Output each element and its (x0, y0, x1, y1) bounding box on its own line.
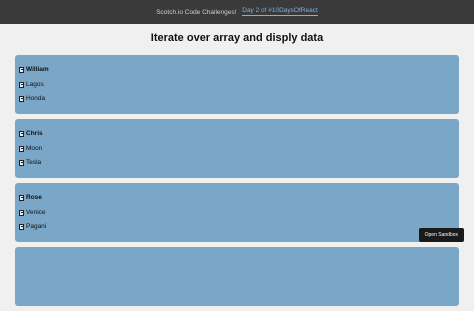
person-name: Rose (26, 194, 42, 201)
person-card: William Lagos Honda (15, 55, 459, 114)
person-item: Venice (19, 209, 455, 216)
placeholder-glyph-icon (19, 145, 24, 152)
placeholder-glyph-icon (19, 194, 24, 201)
placeholder-glyph-icon (19, 223, 24, 230)
placeholder-glyph-icon (19, 81, 24, 88)
person-name-row: Chris (19, 130, 455, 137)
person-card-partial (15, 247, 459, 306)
placeholder-glyph-icon (19, 130, 24, 137)
placeholder-glyph-icon (19, 66, 24, 73)
banner-text: Scotch.io Code Challenges! (156, 8, 237, 16)
person-name-row: Rose (19, 194, 455, 201)
person-name: Chris (26, 130, 43, 137)
person-card: Chris Moon Tesla (15, 119, 459, 178)
person-item: Lagos (19, 81, 455, 88)
banner-sep (238, 9, 240, 16)
people-list: William Lagos Honda Chris Moon Tesla Ros… (15, 55, 459, 311)
person-item-text: Venice (26, 209, 46, 216)
person-item: Pagani (19, 223, 455, 230)
person-item: Honda (19, 95, 455, 102)
page-title: Iterate over array and disply data (150, 32, 324, 44)
person-item: Moon (19, 145, 455, 152)
person-item-text: Tesla (26, 159, 42, 166)
placeholder-glyph-icon (19, 95, 24, 102)
person-item-text: Lagos (26, 81, 44, 88)
placeholder-glyph-icon (19, 159, 24, 166)
person-item-text: Honda (26, 95, 46, 102)
open-sandbox-button[interactable]: Open Sandbox (418, 228, 464, 242)
top-banner: Scotch.io Code Challenges! Day 2 of #10D… (0, 0, 474, 24)
person-item-text: Moon (26, 145, 43, 152)
person-name: William (26, 66, 49, 73)
person-item: Tesla (19, 159, 455, 166)
person-name-row: William (19, 66, 455, 73)
placeholder-glyph-icon (19, 209, 24, 216)
challenge-link[interactable]: Day 2 of #10DaysOfReact (242, 7, 318, 17)
person-item-text: Pagani (26, 223, 47, 230)
person-card: Rose Venice Pagani (15, 183, 459, 242)
